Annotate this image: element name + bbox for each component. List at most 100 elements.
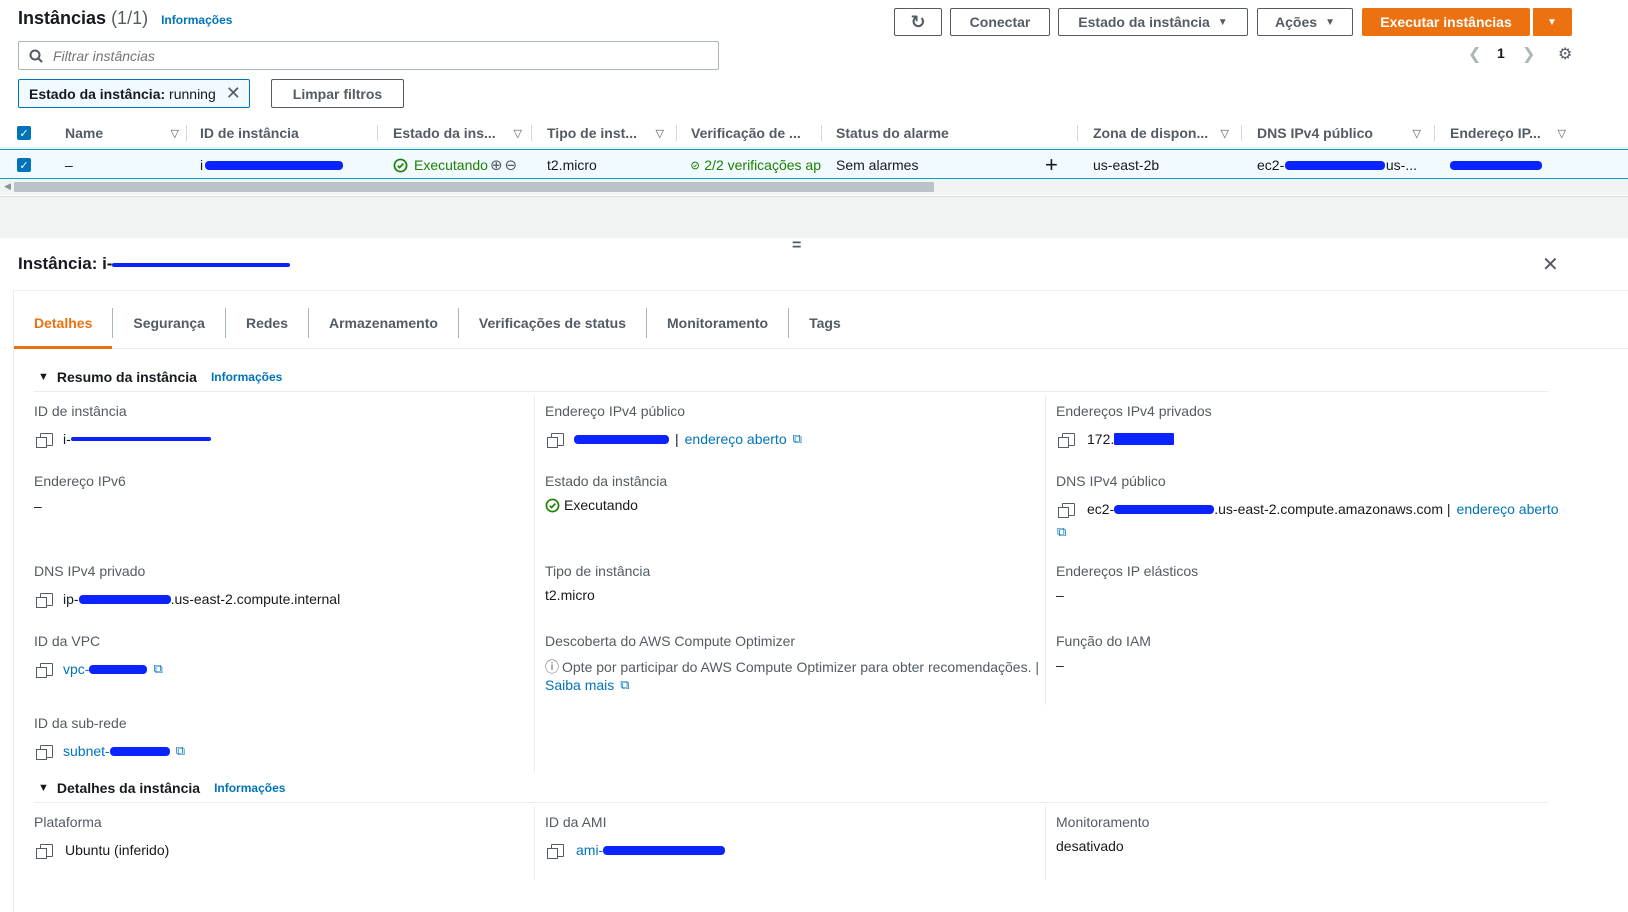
add-alarm-plus-icon[interactable]: + bbox=[1045, 150, 1058, 180]
public-dns-value[interactable]: ec2- .us-east-2.compute.amazonaws.com | e… bbox=[1058, 501, 1559, 518]
column-divider[interactable] bbox=[1434, 125, 1435, 141]
private-ipv4-value[interactable]: 172. bbox=[1058, 431, 1175, 448]
page-number[interactable]: 1 bbox=[1497, 45, 1505, 61]
search-bar[interactable] bbox=[18, 41, 719, 70]
column-header-type[interactable]: Tipo de inst... ▽ bbox=[547, 118, 670, 148]
resize-handle[interactable]: = bbox=[792, 237, 801, 255]
refresh-icon: ↻ bbox=[910, 11, 926, 32]
column-header-instance-id[interactable]: ID de instância bbox=[200, 118, 370, 148]
column-divider[interactable] bbox=[1077, 125, 1078, 141]
copy-icon[interactable] bbox=[36, 843, 53, 859]
external-link-icon[interactable]: ⧉ bbox=[176, 743, 185, 759]
connect-button[interactable]: Conectar bbox=[950, 8, 1050, 36]
column-header-availability-zone[interactable]: Zona de dispon... ▽ bbox=[1093, 118, 1235, 148]
row-instance-id[interactable]: i bbox=[200, 150, 344, 180]
external-link-icon[interactable]: ⧉ bbox=[793, 431, 802, 447]
column-divider[interactable] bbox=[676, 125, 677, 141]
scrollbar-thumb[interactable] bbox=[14, 182, 934, 192]
settings-gear-icon[interactable]: ⚙ bbox=[1558, 44, 1572, 64]
column-divider[interactable] bbox=[186, 125, 187, 141]
prev-page-icon[interactable]: ❮ bbox=[1468, 44, 1481, 64]
select-all-checkbox[interactable]: ✓ bbox=[17, 126, 31, 140]
column-header-ip-address[interactable]: Endereço IP... ▽ bbox=[1450, 118, 1568, 148]
search-input[interactable] bbox=[53, 47, 653, 64]
launch-options-dropdown[interactable]: ▼ bbox=[1532, 8, 1572, 36]
info-link[interactable]: Informações bbox=[161, 13, 232, 27]
row-ip-address[interactable] bbox=[1450, 150, 1542, 180]
close-panel-close-icon[interactable]: ✕ bbox=[1542, 252, 1559, 277]
public-ipv4-value[interactable]: | endereço aberto ⧉ bbox=[547, 431, 802, 448]
private-dns-value[interactable]: ip- .us-east-2.compute.internal bbox=[36, 591, 340, 608]
tab-security[interactable]: Segurança bbox=[113, 308, 226, 338]
caret-down-icon: ▼ bbox=[38, 371, 49, 383]
filter-chip[interactable]: Estado da instância: running ✕ bbox=[18, 79, 250, 108]
instance-id-value[interactable]: i- bbox=[36, 431, 211, 448]
info-link[interactable]: Informações bbox=[211, 370, 282, 384]
caret-down-icon: ▼ bbox=[1325, 16, 1335, 28]
column-header-name[interactable]: Name ▽ bbox=[65, 118, 185, 148]
filter-chip-key: Estado da instância: bbox=[29, 85, 166, 102]
instance-count: (1/1) bbox=[111, 8, 149, 28]
elastic-ip-label: Endereços IP elásticos bbox=[1056, 563, 1199, 579]
learn-more-link[interactable]: Saiba mais ⧉ bbox=[545, 677, 630, 693]
zoom-out-icon[interactable]: ⊖ bbox=[505, 156, 518, 174]
platform-value[interactable]: Ubuntu (inferido) bbox=[36, 842, 169, 859]
copy-icon[interactable] bbox=[547, 432, 564, 448]
column-header-public-dns[interactable]: DNS IPv4 público ▽ bbox=[1257, 118, 1427, 148]
platform-label: Plataforma bbox=[34, 814, 102, 830]
table-row[interactable]: ✓ – i Executando ⊕ ⊖ t2.micro 2/2 verifi… bbox=[0, 149, 1628, 179]
instance-details-section-header[interactable]: ▼ Detalhes da instância Informações bbox=[38, 780, 285, 796]
refresh-button[interactable]: ↻ bbox=[894, 8, 942, 36]
column-divider[interactable] bbox=[377, 125, 378, 141]
row-checkbox[interactable]: ✓ bbox=[17, 150, 31, 180]
tab-tags[interactable]: Tags bbox=[789, 308, 861, 338]
tab-status-checks[interactable]: Verificações de status bbox=[459, 308, 647, 338]
instance-state-dropdown[interactable]: Estado da instância ▼ bbox=[1058, 8, 1248, 36]
tab-storage[interactable]: Armazenamento bbox=[309, 308, 459, 338]
tab-monitoring[interactable]: Monitoramento bbox=[647, 308, 790, 338]
copy-icon[interactable] bbox=[547, 843, 564, 859]
column-header-alarm-status[interactable]: Status do alarme bbox=[836, 118, 1066, 148]
tab-details[interactable]: Detalhes bbox=[14, 308, 114, 338]
launch-instances-button[interactable]: Executar instâncias bbox=[1362, 8, 1530, 36]
column-divider[interactable] bbox=[821, 125, 822, 141]
column-divider[interactable] bbox=[531, 125, 532, 141]
copy-icon[interactable] bbox=[36, 662, 53, 678]
column-header-status-checks[interactable]: Verificação de ... bbox=[691, 118, 816, 148]
open-address-link[interactable]: endereço aberto bbox=[685, 431, 787, 447]
summary-section-header[interactable]: ▼ Resumo da instância Informações bbox=[38, 369, 282, 385]
launch-instances-label: Executar instâncias bbox=[1380, 14, 1512, 30]
copy-icon[interactable] bbox=[36, 592, 53, 608]
ipv6-label: Endereço IPv6 bbox=[34, 473, 126, 489]
scroll-left-icon[interactable]: ◀ bbox=[4, 181, 11, 192]
copy-icon[interactable] bbox=[36, 744, 53, 760]
ami-id-link[interactable]: ami- bbox=[547, 842, 726, 859]
external-link-icon[interactable]: ⧉ bbox=[153, 661, 162, 677]
redacted-ip bbox=[78, 594, 171, 604]
redacted-ami bbox=[603, 845, 726, 855]
next-page-icon[interactable]: ❯ bbox=[1522, 44, 1535, 64]
row-status-checks[interactable]: 2/2 verificações ap bbox=[691, 150, 821, 180]
column-divider[interactable] bbox=[1241, 125, 1242, 141]
check-icon: ✓ bbox=[17, 126, 31, 140]
private-ipv4-label: Endereços IPv4 privados bbox=[1056, 403, 1212, 419]
remove-filter-close-icon[interactable]: ✕ bbox=[226, 83, 241, 104]
subnet-id-link[interactable]: subnet- ⧉ bbox=[36, 743, 185, 760]
column-header-state[interactable]: Estado da ins... ▽ bbox=[393, 118, 528, 148]
redacted-id bbox=[112, 262, 291, 267]
tab-networking[interactable]: Redes bbox=[226, 308, 309, 338]
copy-icon[interactable] bbox=[1058, 502, 1075, 518]
copy-icon[interactable] bbox=[36, 432, 53, 448]
external-link-icon[interactable]: ⧉ bbox=[1057, 524, 1066, 540]
row-public-dns[interactable]: ec2- us-... bbox=[1257, 150, 1417, 180]
info-link[interactable]: Informações bbox=[214, 781, 285, 795]
page-title-text: Instâncias bbox=[18, 8, 107, 28]
zoom-in-icon[interactable]: ⊕ bbox=[490, 156, 503, 174]
vpc-id-link[interactable]: vpc- ⧉ bbox=[36, 661, 163, 678]
clear-filters-button[interactable]: Limpar filtros bbox=[271, 79, 404, 108]
redacted-dns bbox=[1114, 504, 1215, 514]
actions-dropdown[interactable]: Ações ▼ bbox=[1257, 8, 1353, 36]
copy-icon[interactable] bbox=[1058, 432, 1075, 448]
open-address-link[interactable]: endereço aberto bbox=[1457, 501, 1559, 517]
external-link-icon[interactable]: ⧉ bbox=[620, 677, 629, 693]
